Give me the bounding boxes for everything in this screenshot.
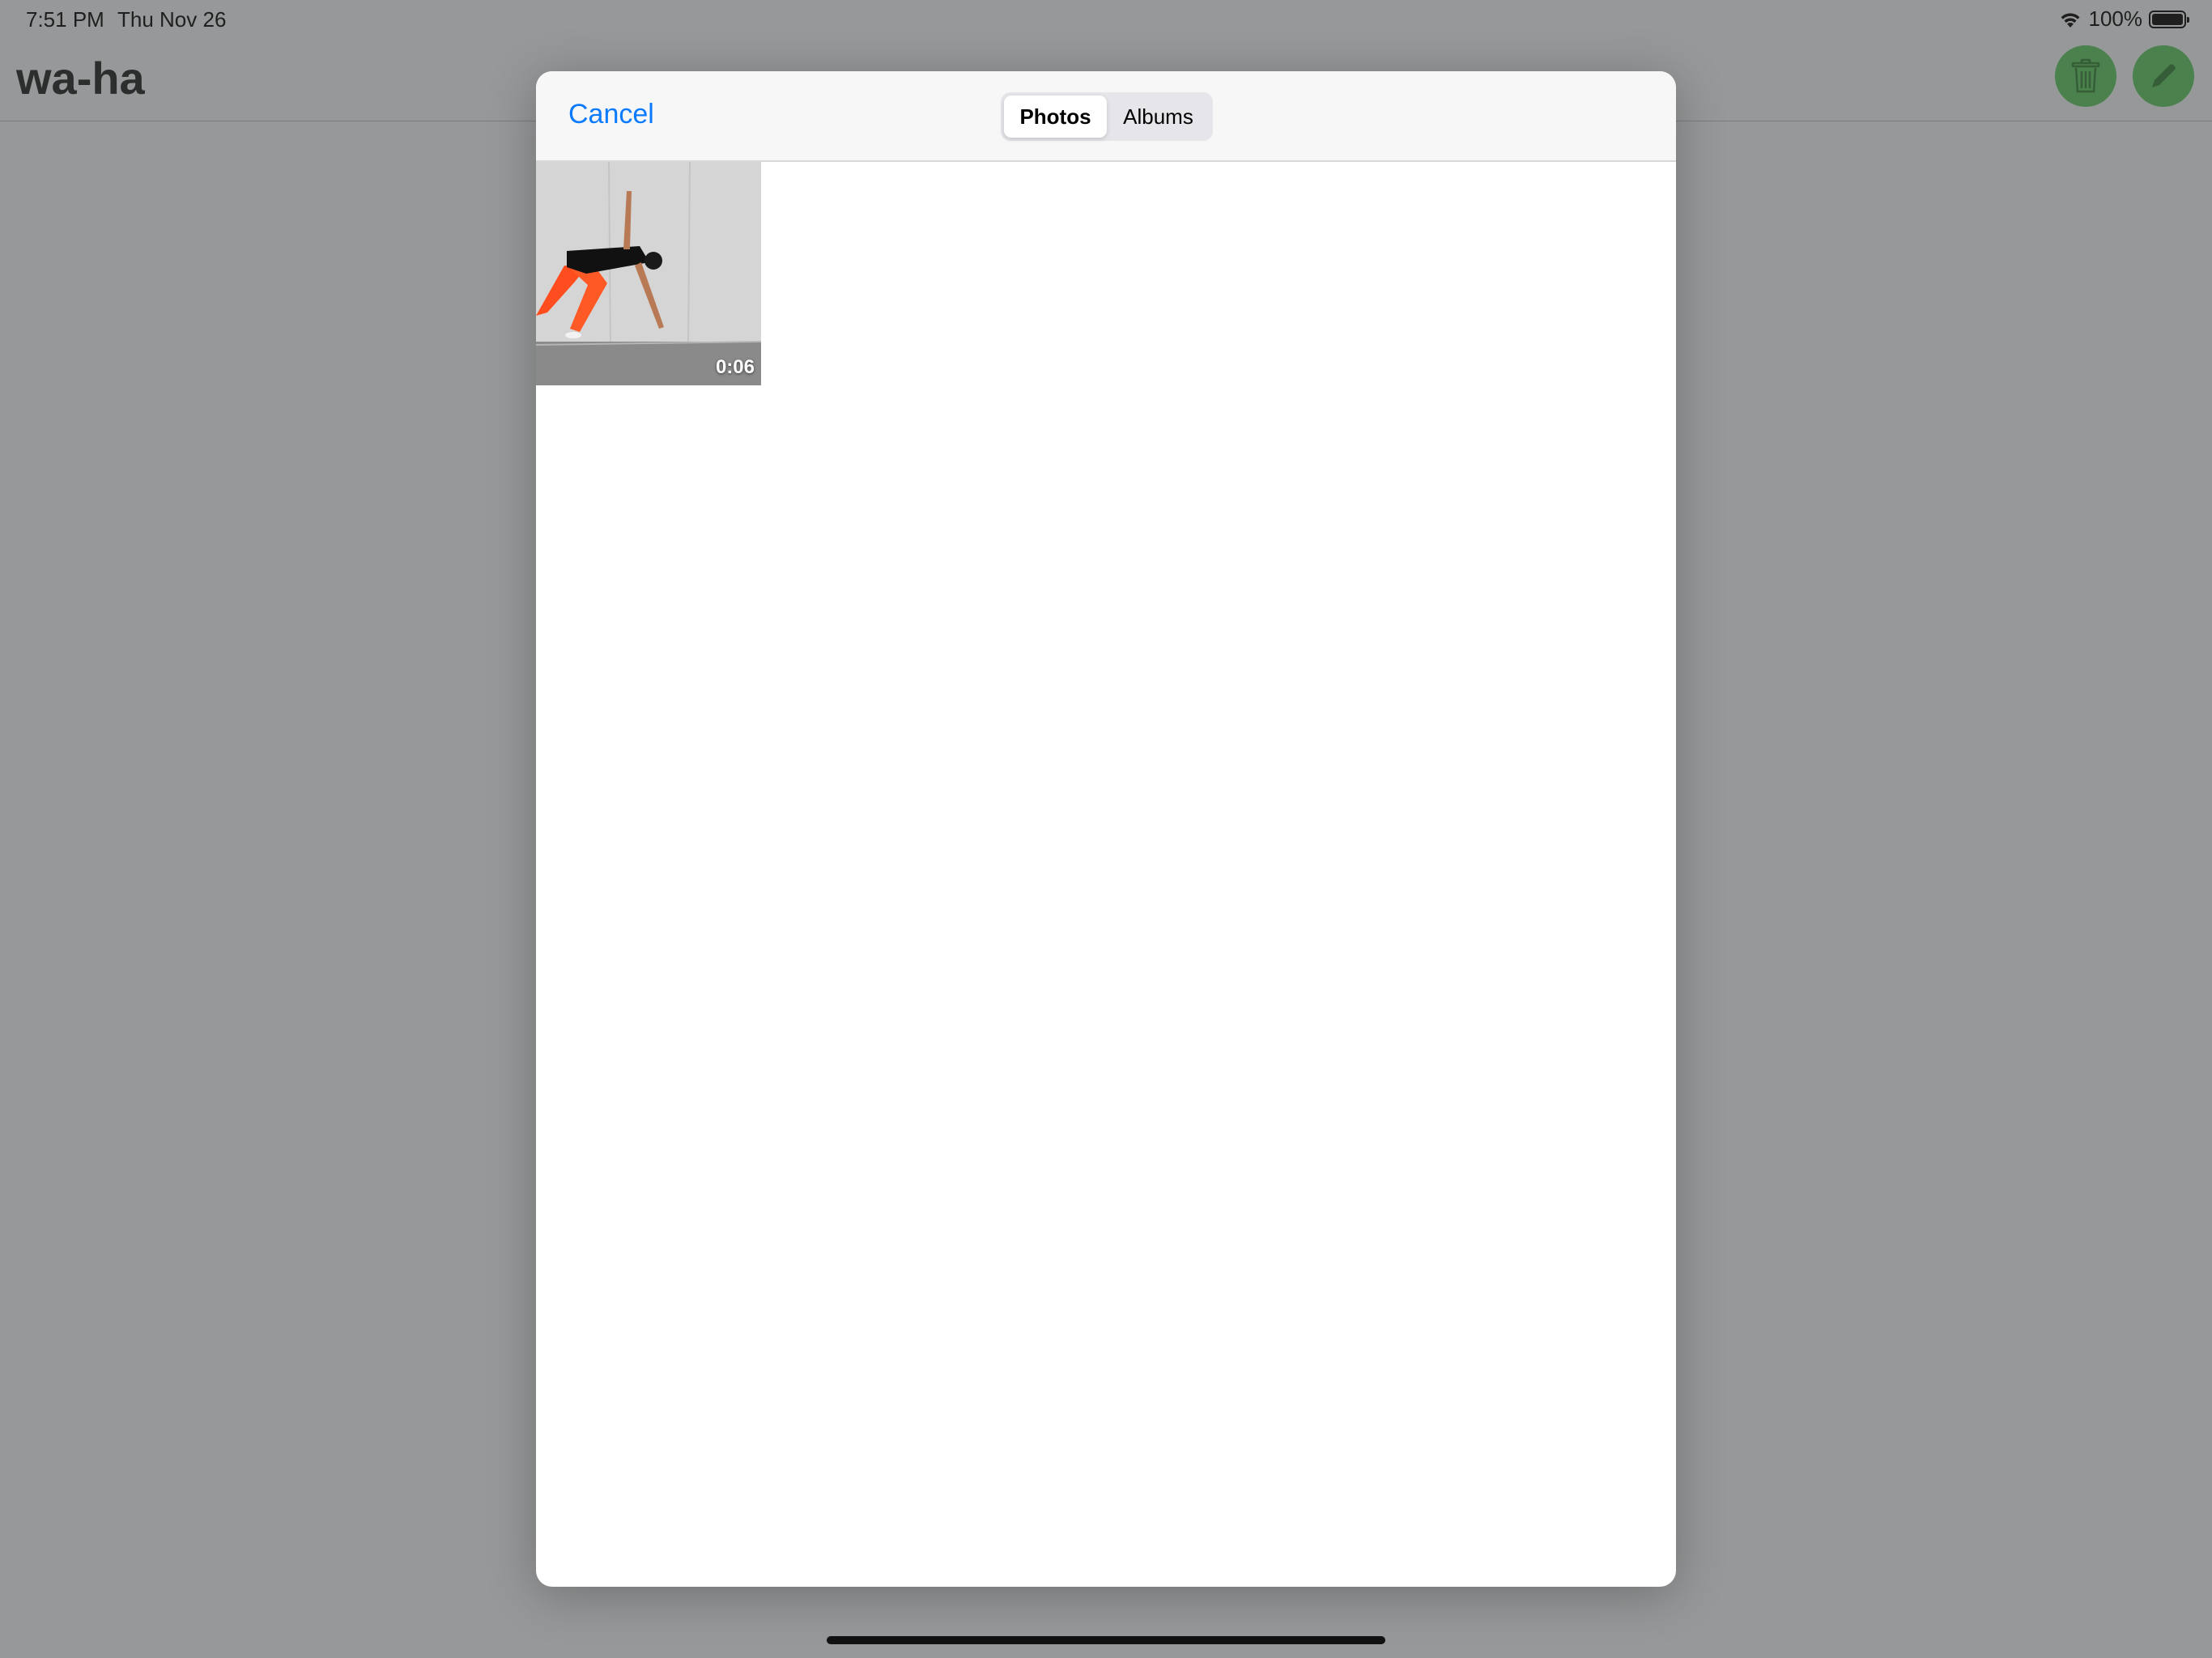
video-duration: 0:06 — [715, 356, 755, 378]
picker-header: Cancel Photos Albums — [536, 71, 1676, 162]
tab-albums[interactable]: Albums — [1107, 96, 1210, 138]
cancel-button[interactable]: Cancel — [568, 99, 654, 130]
source-segmented-control: Photos Albums — [1001, 92, 1213, 141]
photo-grid: 0:06 — [536, 162, 1676, 1587]
photo-picker-sheet: Cancel Photos Albums 0:06 — [536, 71, 1676, 1587]
video-thumbnail-image — [536, 162, 761, 385]
home-indicator — [827, 1636, 1385, 1644]
video-thumbnail[interactable]: 0:06 — [536, 162, 761, 385]
tab-photos[interactable]: Photos — [1004, 96, 1107, 138]
